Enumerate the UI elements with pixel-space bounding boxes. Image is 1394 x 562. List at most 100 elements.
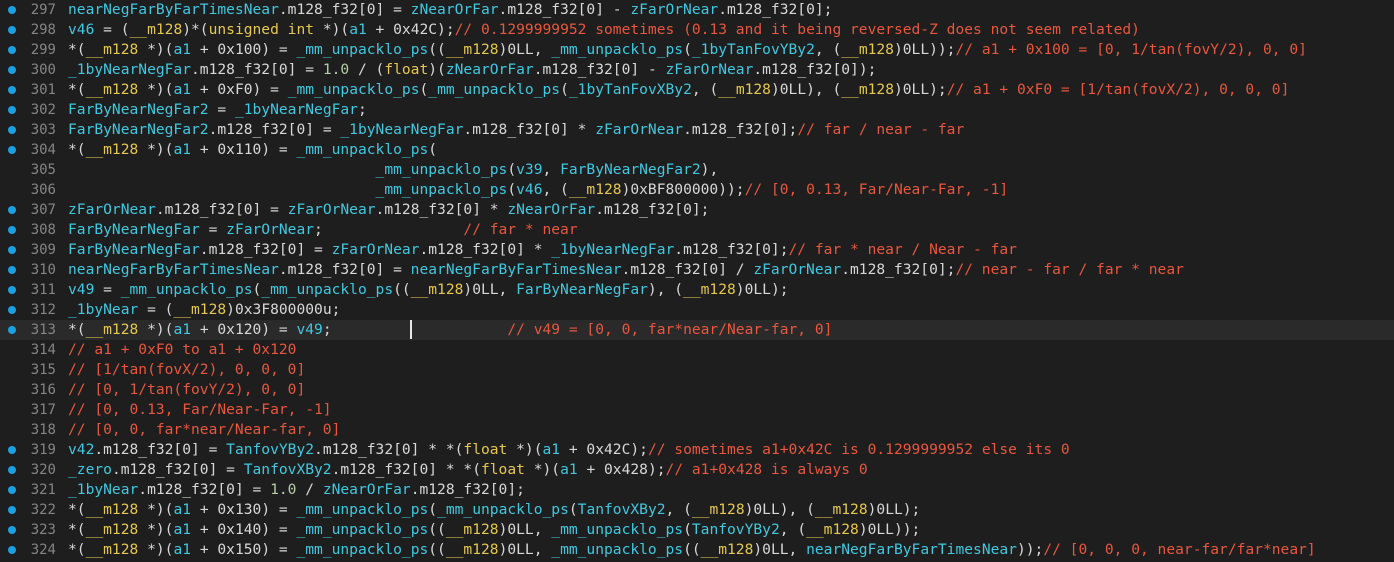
code-content: FarByNearNegFar = zFarOrNear; // far * n…: [68, 220, 578, 240]
breakpoint-dot-icon[interactable]: [8, 226, 16, 234]
code-line[interactable]: 315 // [1/tan(fovX/2), 0, 0, 0]: [0, 360, 1394, 380]
code-line[interactable]: 314 // a1 + 0xF0 to a1 + 0x120: [0, 340, 1394, 360]
code-content: *(__m128 *)(a1 + 0x100) = _mm_unpacklo_p…: [68, 40, 1307, 60]
line-number: 306: [30, 182, 56, 198]
breakpoint-dot-icon[interactable]: [8, 126, 16, 134]
breakpoint-dot-icon[interactable]: [8, 306, 16, 314]
breakpoint-dot-icon[interactable]: [8, 106, 16, 114]
code-content: *(__m128 *)(a1 + 0x130) = _mm_unpacklo_p…: [68, 500, 920, 520]
breakpoint-dot-icon[interactable]: [8, 506, 16, 514]
code-line[interactable]: 301 *(__m128 *)(a1 + 0xF0) = _mm_unpacklo…: [0, 80, 1394, 100]
breakpoint-dot-icon[interactable]: [8, 526, 16, 534]
code-text: .m128_f32[0];: [595, 201, 710, 218]
breakpoint-dot-icon[interactable]: [8, 486, 16, 494]
code-text: = (: [138, 301, 174, 318]
code-text: *(: [68, 321, 86, 338]
identifier-token: zNearOrFar: [507, 201, 596, 218]
code-text: ((: [428, 41, 446, 58]
identifier-token: _1byNearNegFar: [551, 241, 675, 258]
breakpoint-dot-icon[interactable]: [8, 266, 16, 274]
type-token: __m128: [85, 141, 139, 158]
code-line[interactable]: 322 *(__m128 *)(a1 + 0x130) = _mm_unpackl…: [0, 500, 1394, 520]
identifier-token: _1byTanFovYBy2: [691, 41, 815, 58]
breakpoint-dot-icon[interactable]: [8, 246, 16, 254]
code-line[interactable]: 311 v49 = _mm_unpacklo_ps(_mm_unpacklo_ps…: [0, 280, 1394, 300]
code-content: _1byNear = (__m128)0x3F800000u;: [68, 300, 340, 320]
code-line[interactable]: 307 zFarOrNear.m128_f32[0] = zFarOrNear.m…: [0, 200, 1394, 220]
code-line[interactable]: 320 _zero.m128_f32[0] = TanfovXBy2.m128_f…: [0, 460, 1394, 480]
identifier-token: zNearOrFar: [410, 1, 499, 18]
line-number: 318: [30, 422, 56, 438]
code-line[interactable]: 324 *(__m128 *)(a1 + 0x150) = _mm_unpackl…: [0, 540, 1394, 560]
code-line[interactable]: 304 *(__m128 *)(a1 + 0x110) = _mm_unpackl…: [0, 140, 1394, 160]
code-text: *(: [68, 141, 86, 158]
identifier-token: _mm_unpacklo_ps: [120, 281, 253, 298]
code-text: .m128_f32[0] -: [533, 61, 666, 78]
type-token: __m128: [85, 41, 139, 58]
breakpoint-dot-icon[interactable]: [8, 46, 16, 54]
breakpoint-dot-icon[interactable]: [8, 546, 16, 554]
code-text: + 0x100) =: [191, 41, 297, 58]
line-number: 299: [30, 42, 56, 58]
code-line[interactable]: 300 _1byNearNegFar.m128_f32[0] = 1.0 / (f…: [0, 60, 1394, 80]
breakpoint-dot-icon[interactable]: [8, 326, 16, 334]
code-line[interactable]: 303 FarByNearNegFar2.m128_f32[0] = _1byNe…: [0, 120, 1394, 140]
type-token: __m128: [814, 501, 868, 518]
code-text: (: [428, 501, 438, 518]
code-line[interactable]: 316 // [0, 1/tan(fovY/2), 0, 0]: [0, 380, 1394, 400]
code-line[interactable]: 317 // [0, 0.13, Far/Near-Far, -1]: [0, 400, 1394, 420]
code-text: , (: [814, 41, 842, 58]
line-number: 301: [30, 82, 56, 98]
code-line[interactable]: 309 FarByNearNegFar.m128_f32[0] = zFarOrN…: [0, 240, 1394, 260]
breakpoint-dot-icon[interactable]: [8, 86, 16, 94]
code-text: + 0xF0) =: [191, 81, 288, 98]
identifier-token: nearNegFarByFarTimesNear: [410, 261, 622, 278]
breakpoint-dot-icon[interactable]: [8, 26, 16, 34]
code-line[interactable]: 319 v42.m128_f32[0] = TanfovYBy2.m128_f32…: [0, 440, 1394, 460]
code-editor[interactable]: 297 nearNegFarByFarTimesNear.m128_f32[0] …: [0, 0, 1394, 562]
code-line[interactable]: 306 _mm_unpacklo_ps(v46, (__m128)0xBF800…: [0, 180, 1394, 200]
code-text: .m128_f32[0] =: [191, 61, 323, 78]
code-content: v42.m128_f32[0] = TanfovYBy2.m128_f32[0]…: [68, 440, 1070, 460]
code-line[interactable]: 312 _1byNear = (__m128)0x3F800000u;: [0, 300, 1394, 320]
code-line[interactable]: 318 // [0, 0, far*near/Near-far, 0]: [0, 420, 1394, 440]
code-content: *(__m128 *)(a1 + 0x120) = v49; // v49 = …: [68, 320, 832, 340]
comment-token: // v49 = [0, 0, far*near/Near-far, 0]: [507, 321, 833, 338]
code-line[interactable]: 310 nearNegFarByFarTimesNear.m128_f32[0] …: [0, 260, 1394, 280]
identifier-token: TanfovYBy2: [691, 521, 780, 538]
type-token: float: [384, 61, 429, 78]
breakpoint-dot-icon[interactable]: [8, 66, 16, 74]
code-line[interactable]: 297 nearNegFarByFarTimesNear.m128_f32[0] …: [0, 0, 1394, 20]
code-content: FarByNearNegFar2.m128_f32[0] = _1byNearN…: [68, 120, 964, 140]
identifier-token: v49: [68, 281, 95, 298]
breakpoint-dot-icon[interactable]: [8, 286, 16, 294]
line-number: 314: [30, 342, 56, 358]
identifier-token: _1byNear: [68, 481, 139, 498]
breakpoint-dot-icon[interactable]: [8, 146, 16, 154]
code-content: FarByNearNegFar.m128_f32[0] = zFarOrNear…: [68, 240, 1017, 260]
code-content: _zero.m128_f32[0] = TanfovXBy2.m128_f32[…: [68, 460, 868, 480]
code-text: )0xBF800000));: [621, 181, 745, 198]
code-line[interactable]: 308 FarByNearNegFar = zFarOrNear; // far …: [0, 220, 1394, 240]
code-line[interactable]: 298 v46 = (__m128)*(unsigned int *)(a1 + …: [0, 20, 1394, 40]
identifier-token: _mm_unpacklo_ps: [296, 141, 429, 158]
breakpoint-dot-icon[interactable]: [8, 6, 16, 14]
identifier-token: v49: [296, 321, 323, 338]
code-line[interactable]: 305 _mm_unpacklo_ps(v39, FarByNearNegFar…: [0, 160, 1394, 180]
breakpoint-dot-icon[interactable]: [8, 466, 16, 474]
line-number: 315: [30, 362, 56, 378]
identifier-token: _mm_unpacklo_ps: [437, 501, 569, 518]
code-line[interactable]: 302 FarByNearNegFar2 = _1byNearNegFar;: [0, 100, 1394, 120]
breakpoint-dot-icon[interactable]: [8, 206, 16, 214]
code-line-current[interactable]: 313 *(__m128 *)(a1 + 0x120) = v49; // v49…: [0, 320, 1394, 340]
identifier-token: _1byNearNegFar: [234, 101, 358, 118]
code-text: + 0x130) =: [191, 501, 297, 518]
breakpoint-dot-icon[interactable]: [8, 446, 16, 454]
code-line[interactable]: 323 *(__m128 *)(a1 + 0x140) = _mm_unpackl…: [0, 520, 1394, 540]
line-number: 308: [30, 222, 56, 238]
line-number: 300: [30, 62, 56, 78]
code-line[interactable]: 321 _1byNear.m128_f32[0] = 1.0 / zNearOrF…: [0, 480, 1394, 500]
code-text: ((: [393, 281, 411, 298]
code-line[interactable]: 299 *(__m128 *)(a1 + 0x100) = _mm_unpackl…: [0, 40, 1394, 60]
